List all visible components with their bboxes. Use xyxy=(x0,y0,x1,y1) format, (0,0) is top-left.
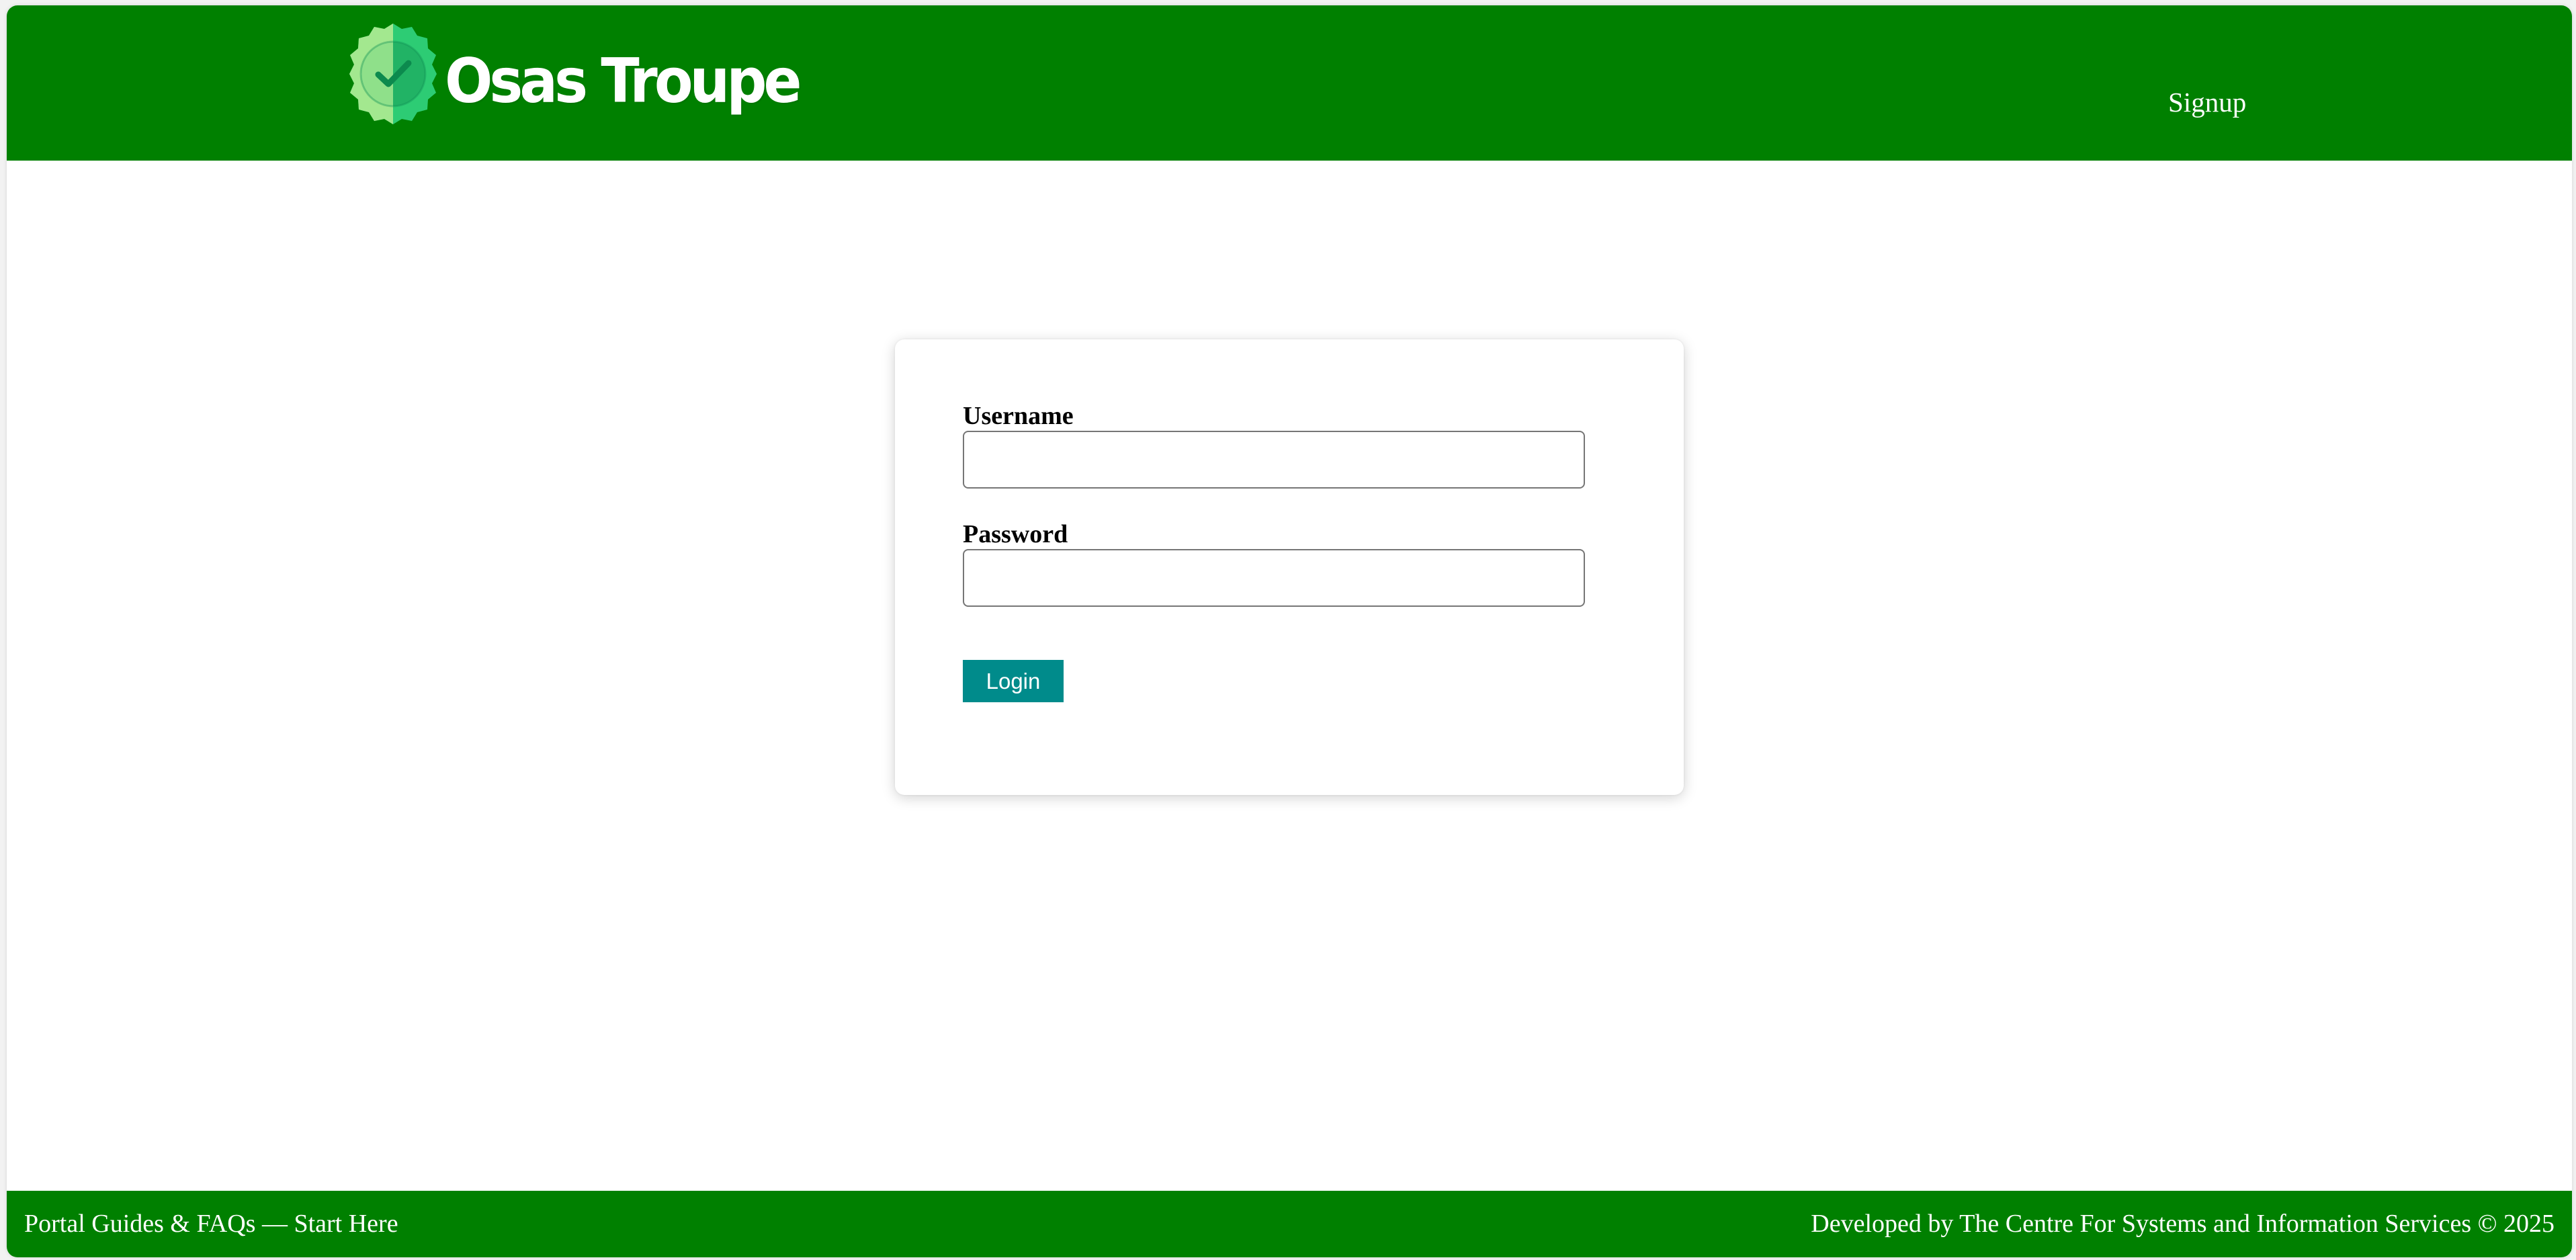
portal-guides-link[interactable]: Portal Guides & FAQs — Start Here xyxy=(24,1209,398,1238)
username-input[interactable] xyxy=(963,431,1585,489)
site-header: Osas Troupe Signup xyxy=(7,5,2572,161)
signup-link[interactable]: Signup xyxy=(2168,86,2246,118)
username-label: Username xyxy=(963,402,1074,430)
page-frame: Osas Troupe Signup Username Password Log… xyxy=(7,5,2572,1257)
brand-name: Osas Troupe xyxy=(445,45,802,116)
password-input[interactable] xyxy=(963,549,1585,607)
password-label: Password xyxy=(963,520,1068,548)
login-card: Username Password Login xyxy=(895,339,1684,795)
brand-logo[interactable]: Osas Troupe xyxy=(343,20,802,128)
developer-credit: Developed by The Centre For Systems and … xyxy=(1811,1210,2554,1238)
site-footer: Portal Guides & FAQs — Start Here Develo… xyxy=(7,1191,2572,1257)
check-badge-icon xyxy=(349,24,437,124)
login-button[interactable]: Login xyxy=(963,660,1064,702)
